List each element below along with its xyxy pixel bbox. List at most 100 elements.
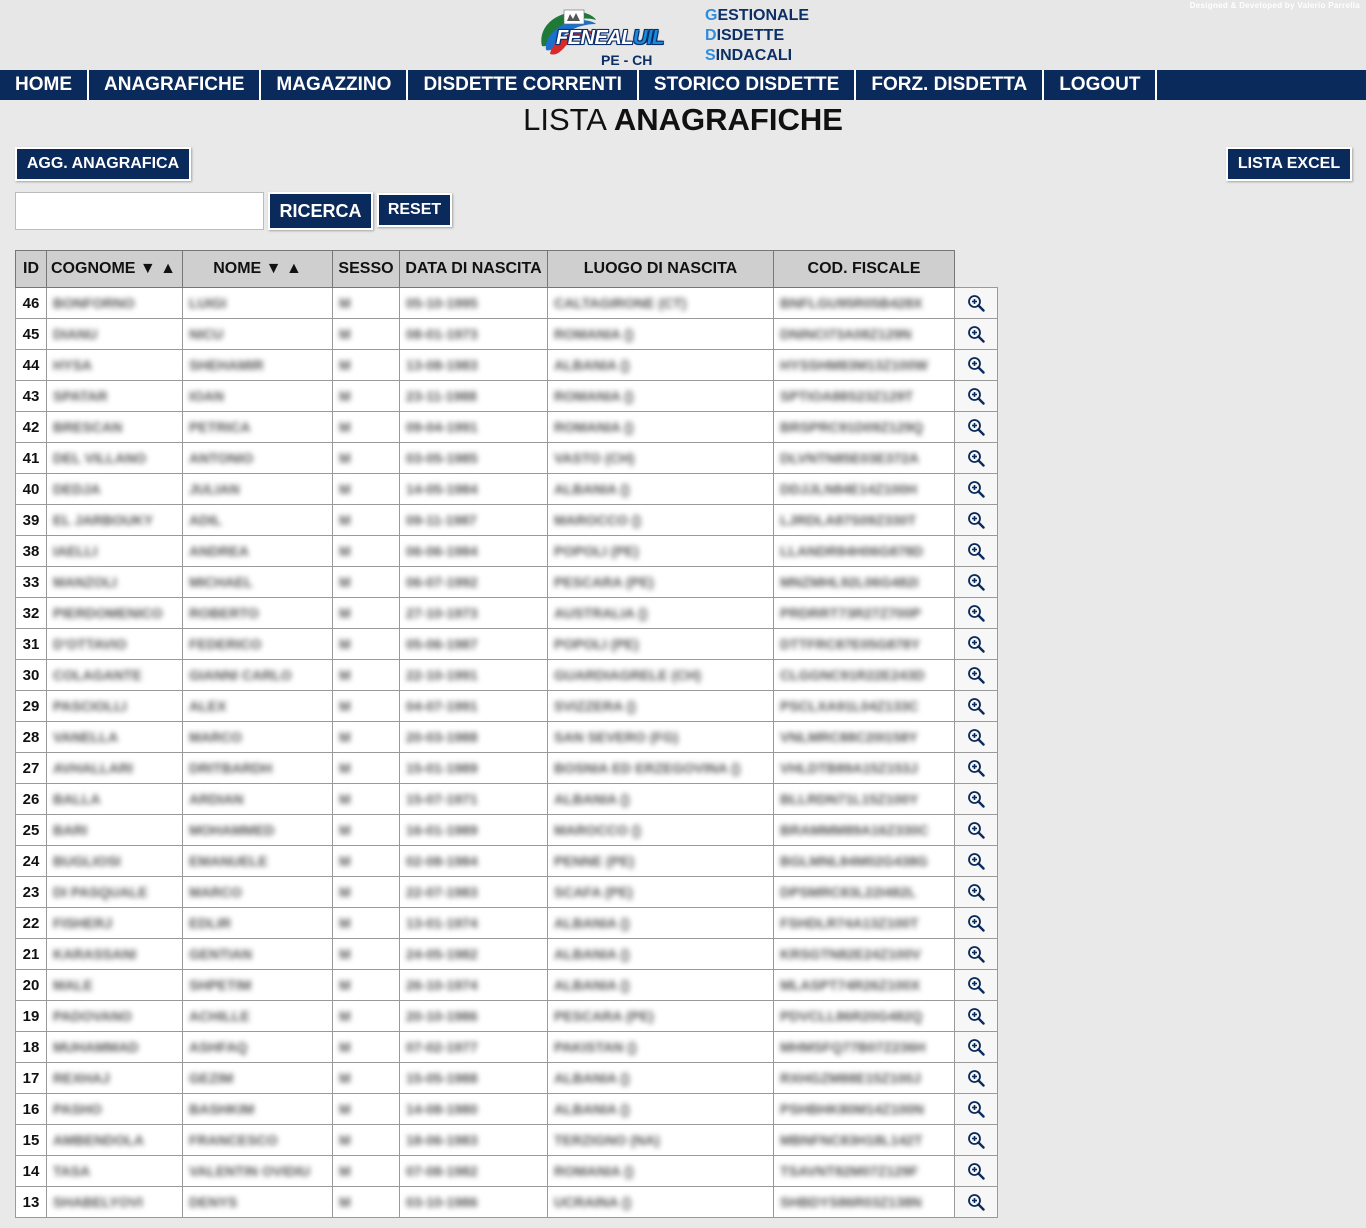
nav-disdette-correnti[interactable]: DISDETTE CORRENTI: [408, 70, 639, 100]
nome-cell-text: ROBERTO: [189, 605, 259, 621]
view-details-button[interactable]: [954, 442, 998, 474]
table-row: 42 BRESCAN PETRICA M 09-04-1991 ROMANIA () BRS…: [15, 411, 998, 443]
view-details-button[interactable]: [954, 814, 998, 846]
birthdate-cell: 08-01-1973: [399, 318, 548, 350]
sesso-cell: M: [332, 659, 400, 691]
view-details-button[interactable]: [954, 783, 998, 815]
birthdate-cell: 06-06-1984: [399, 535, 548, 567]
sesso-cell: M: [332, 380, 400, 412]
view-details-button[interactable]: [954, 1124, 998, 1156]
birthdate-cell-text: 02-08-1984: [406, 853, 478, 869]
view-details-button[interactable]: [954, 349, 998, 381]
view-details-button[interactable]: [954, 969, 998, 1001]
nome-cell: EDLIR: [182, 907, 333, 939]
zoom-in-icon: [968, 481, 985, 498]
nav-storico-disdette[interactable]: STORICO DISDETTE: [639, 70, 857, 100]
birthplace-cell-text: CALTAGIRONE (CT): [554, 295, 687, 311]
cognome-cell: TASA: [46, 1155, 183, 1187]
view-details-button[interactable]: [954, 690, 998, 722]
view-details-button[interactable]: [954, 907, 998, 939]
nav-logout[interactable]: LOGOUT: [1044, 70, 1158, 100]
view-details-button[interactable]: [954, 380, 998, 412]
add-anagrafica-button[interactable]: AGG. ANAGRAFICA: [15, 147, 191, 181]
zoom-in-icon: [968, 295, 985, 312]
table-row: 29 PASCIOLLI ALEX M 04-07-1991 SVIZZERA () PSC…: [15, 690, 998, 722]
view-details-button[interactable]: [954, 318, 998, 350]
cognome-cell: PASCIOLLI: [46, 690, 183, 722]
table-row: 26 BALLA ARDIAN M 15-07-1971 ALBANIA () BLLRDN…: [15, 783, 998, 815]
view-details-button[interactable]: [954, 411, 998, 443]
sesso-cell: M: [332, 597, 400, 629]
birthdate-cell-text: 06-06-1984: [406, 543, 478, 559]
view-details-button[interactable]: [954, 721, 998, 753]
birthplace-cell-text: POPOLI (PE): [554, 636, 639, 652]
birthdate-cell-text: 14-08-1980: [406, 1101, 478, 1117]
view-details-button[interactable]: [954, 287, 998, 319]
zoom-in-icon: [968, 1163, 985, 1180]
cognome-cell-text: BONFORNO: [53, 295, 135, 311]
view-details-button[interactable]: [954, 752, 998, 784]
view-details-button[interactable]: [954, 535, 998, 567]
fiscal-code-cell: SPTIOA88S23Z129T: [773, 380, 955, 412]
sesso-cell-text: M: [339, 884, 351, 900]
search-button[interactable]: RICERCA: [268, 192, 373, 230]
view-details-button[interactable]: [954, 597, 998, 629]
fiscal-code-cell: VNLMRC88C20I158Y: [773, 721, 955, 753]
view-details-button[interactable]: [954, 1186, 998, 1218]
birthdate-cell-text: 20-10-1986: [406, 1008, 478, 1024]
id-cell: 20: [15, 969, 47, 1001]
birthdate-cell-text: 27-10-1973: [406, 605, 478, 621]
cognome-cell: AMBENDOLA: [46, 1124, 183, 1156]
col-cod-fiscale: COD. FISCALE: [773, 250, 955, 288]
zoom-in-icon: [968, 1194, 985, 1211]
nav-forz-disdetta[interactable]: FORZ. DISDETTA: [856, 70, 1045, 100]
sesso-cell-text: M: [339, 977, 351, 993]
cognome-cell: PIERDOMENICO: [46, 597, 183, 629]
id-cell: 39: [15, 504, 47, 536]
fenealuil-logo[interactable]: FENEALUIL PE - CH: [534, 4, 674, 68]
view-details-button[interactable]: [954, 1031, 998, 1063]
anagrafiche-table: ID COGNOME ▼ ▲ NOME ▼ ▲ SESSO DATA DI NA…: [15, 250, 998, 1218]
nav-home[interactable]: HOME: [0, 70, 89, 100]
view-details-button[interactable]: [954, 628, 998, 660]
search-input[interactable]: [15, 192, 264, 230]
zoom-in-icon: [968, 977, 985, 994]
cognome-cell: DI PASQUALE: [46, 876, 183, 908]
view-details-button[interactable]: [954, 1000, 998, 1032]
col-cognome-sort[interactable]: COGNOME ▼ ▲: [46, 250, 183, 288]
view-details-button[interactable]: [954, 876, 998, 908]
view-details-button[interactable]: [954, 938, 998, 970]
sesso-cell: M: [332, 504, 400, 536]
nome-cell-text: MARCO: [189, 729, 242, 745]
birthdate-cell: 18-06-1983: [399, 1124, 548, 1156]
id-cell: 38: [15, 535, 47, 567]
view-details-button[interactable]: [954, 566, 998, 598]
cognome-cell-text: MUHAMMAD: [53, 1039, 139, 1055]
id-cell: 46: [15, 287, 47, 319]
fiscal-code-cell-text: BGLMNL84M02G438G: [780, 853, 928, 869]
view-details-button[interactable]: [954, 1155, 998, 1187]
nome-cell-text: VALENTIN OVIDIU: [189, 1163, 311, 1179]
zoom-in-icon: [968, 512, 985, 529]
birthdate-cell: 20-10-1986: [399, 1000, 548, 1032]
nav-anagrafiche[interactable]: ANAGRAFICHE: [89, 70, 262, 100]
excel-list-button[interactable]: LISTA EXCEL: [1226, 147, 1352, 181]
app-name-line-1: GESTIONALE: [705, 7, 810, 24]
birthplace-cell-text: ALBANIA (): [554, 791, 630, 807]
fiscal-code-cell-text: DLVNTN85E03E372A: [780, 450, 920, 466]
reset-button[interactable]: RESET: [377, 193, 452, 227]
fiscal-code-cell: MBNFNC83H18L142T: [773, 1124, 955, 1156]
col-nome-sort[interactable]: NOME ▼ ▲: [182, 250, 333, 288]
id-cell: 40: [15, 473, 47, 505]
view-details-button[interactable]: [954, 1062, 998, 1094]
view-details-button[interactable]: [954, 659, 998, 691]
view-details-button[interactable]: [954, 1093, 998, 1125]
birthplace-cell-text: PENNE (PE): [554, 853, 635, 869]
view-details-button[interactable]: [954, 473, 998, 505]
nav-magazzino[interactable]: MAGAZZINO: [261, 70, 409, 100]
view-details-button[interactable]: [954, 504, 998, 536]
sesso-cell: M: [332, 845, 400, 877]
view-details-button[interactable]: [954, 845, 998, 877]
cognome-cell: AVHALLARI: [46, 752, 183, 784]
app-name-line-3: SINDACALI: [705, 47, 793, 64]
